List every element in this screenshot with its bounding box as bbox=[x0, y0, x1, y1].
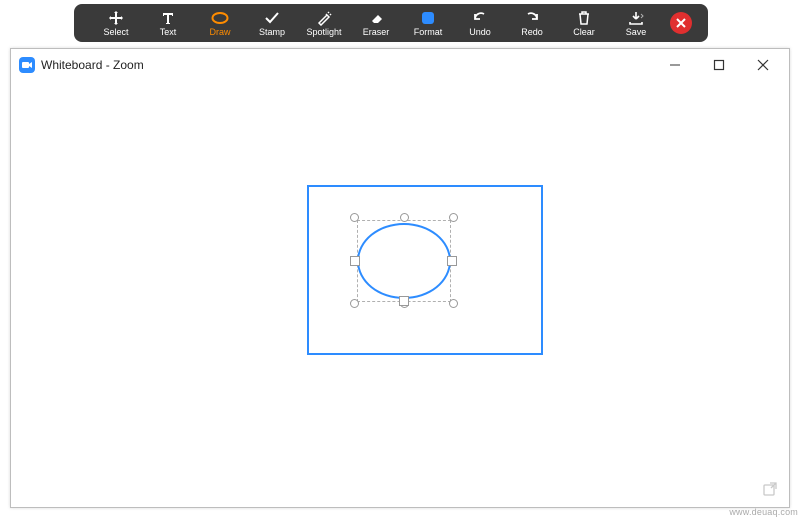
tool-label: Text bbox=[160, 27, 177, 37]
tool-redo[interactable]: Redo bbox=[506, 4, 558, 42]
undo-icon bbox=[471, 10, 489, 26]
maximize-icon bbox=[713, 59, 725, 71]
annotation-toolbar: Select Text Draw Stamp Spotlight Eraser bbox=[74, 4, 708, 42]
ellipse-shape[interactable] bbox=[357, 223, 451, 299]
tool-save[interactable]: Save bbox=[610, 4, 662, 42]
maximize-button[interactable] bbox=[707, 53, 731, 77]
close-window-button[interactable] bbox=[751, 53, 775, 77]
resize-handle-se[interactable] bbox=[449, 299, 458, 308]
popout-button[interactable] bbox=[762, 480, 780, 498]
tool-label: Redo bbox=[521, 27, 543, 37]
edge-handle-w[interactable] bbox=[350, 256, 360, 266]
watermark: www.deuaq.com bbox=[729, 507, 798, 517]
redo-icon bbox=[523, 10, 541, 26]
minimize-button[interactable] bbox=[663, 53, 687, 77]
move-icon bbox=[107, 10, 125, 26]
edge-handle-s[interactable] bbox=[399, 296, 409, 306]
trash-icon bbox=[575, 10, 593, 26]
text-icon bbox=[159, 10, 177, 26]
popout-icon bbox=[763, 481, 779, 497]
download-icon bbox=[627, 10, 645, 26]
tool-text[interactable]: Text bbox=[142, 4, 194, 42]
tool-draw[interactable]: Draw bbox=[194, 4, 246, 42]
resize-handle-n[interactable] bbox=[400, 213, 409, 222]
tool-label: Select bbox=[103, 27, 128, 37]
window-title: Whiteboard - Zoom bbox=[41, 58, 144, 72]
tool-label: Draw bbox=[209, 27, 230, 37]
format-icon bbox=[419, 10, 437, 26]
whiteboard-canvas[interactable] bbox=[11, 81, 789, 507]
tool-stamp[interactable]: Stamp bbox=[246, 4, 298, 42]
wand-icon bbox=[315, 10, 333, 26]
tool-select[interactable]: Select bbox=[90, 4, 142, 42]
tool-label: Format bbox=[414, 27, 443, 37]
close-icon bbox=[757, 59, 769, 71]
close-toolbar-button[interactable] bbox=[670, 12, 692, 34]
tool-label: Undo bbox=[469, 27, 491, 37]
tool-undo[interactable]: Undo bbox=[454, 4, 506, 42]
tool-label: Eraser bbox=[363, 27, 390, 37]
whiteboard-window: Whiteboard - Zoom bbox=[10, 48, 790, 508]
tool-spotlight[interactable]: Spotlight bbox=[298, 4, 350, 42]
tool-label: Save bbox=[626, 27, 647, 37]
tool-label: Stamp bbox=[259, 27, 285, 37]
tool-eraser[interactable]: Eraser bbox=[350, 4, 402, 42]
check-icon bbox=[263, 10, 281, 26]
tool-format[interactable]: Format bbox=[402, 4, 454, 42]
close-icon bbox=[676, 18, 686, 28]
zoom-app-icon bbox=[19, 57, 35, 73]
edge-handle-e[interactable] bbox=[447, 256, 457, 266]
tool-label: Spotlight bbox=[306, 27, 341, 37]
tool-clear[interactable]: Clear bbox=[558, 4, 610, 42]
ellipse-icon bbox=[211, 10, 229, 26]
eraser-icon bbox=[367, 10, 385, 26]
minimize-icon bbox=[669, 59, 681, 71]
resize-handle-sw[interactable] bbox=[350, 299, 359, 308]
resize-handle-ne[interactable] bbox=[449, 213, 458, 222]
window-titlebar[interactable]: Whiteboard - Zoom bbox=[11, 49, 789, 81]
tool-label: Clear bbox=[573, 27, 595, 37]
resize-handle-nw[interactable] bbox=[350, 213, 359, 222]
